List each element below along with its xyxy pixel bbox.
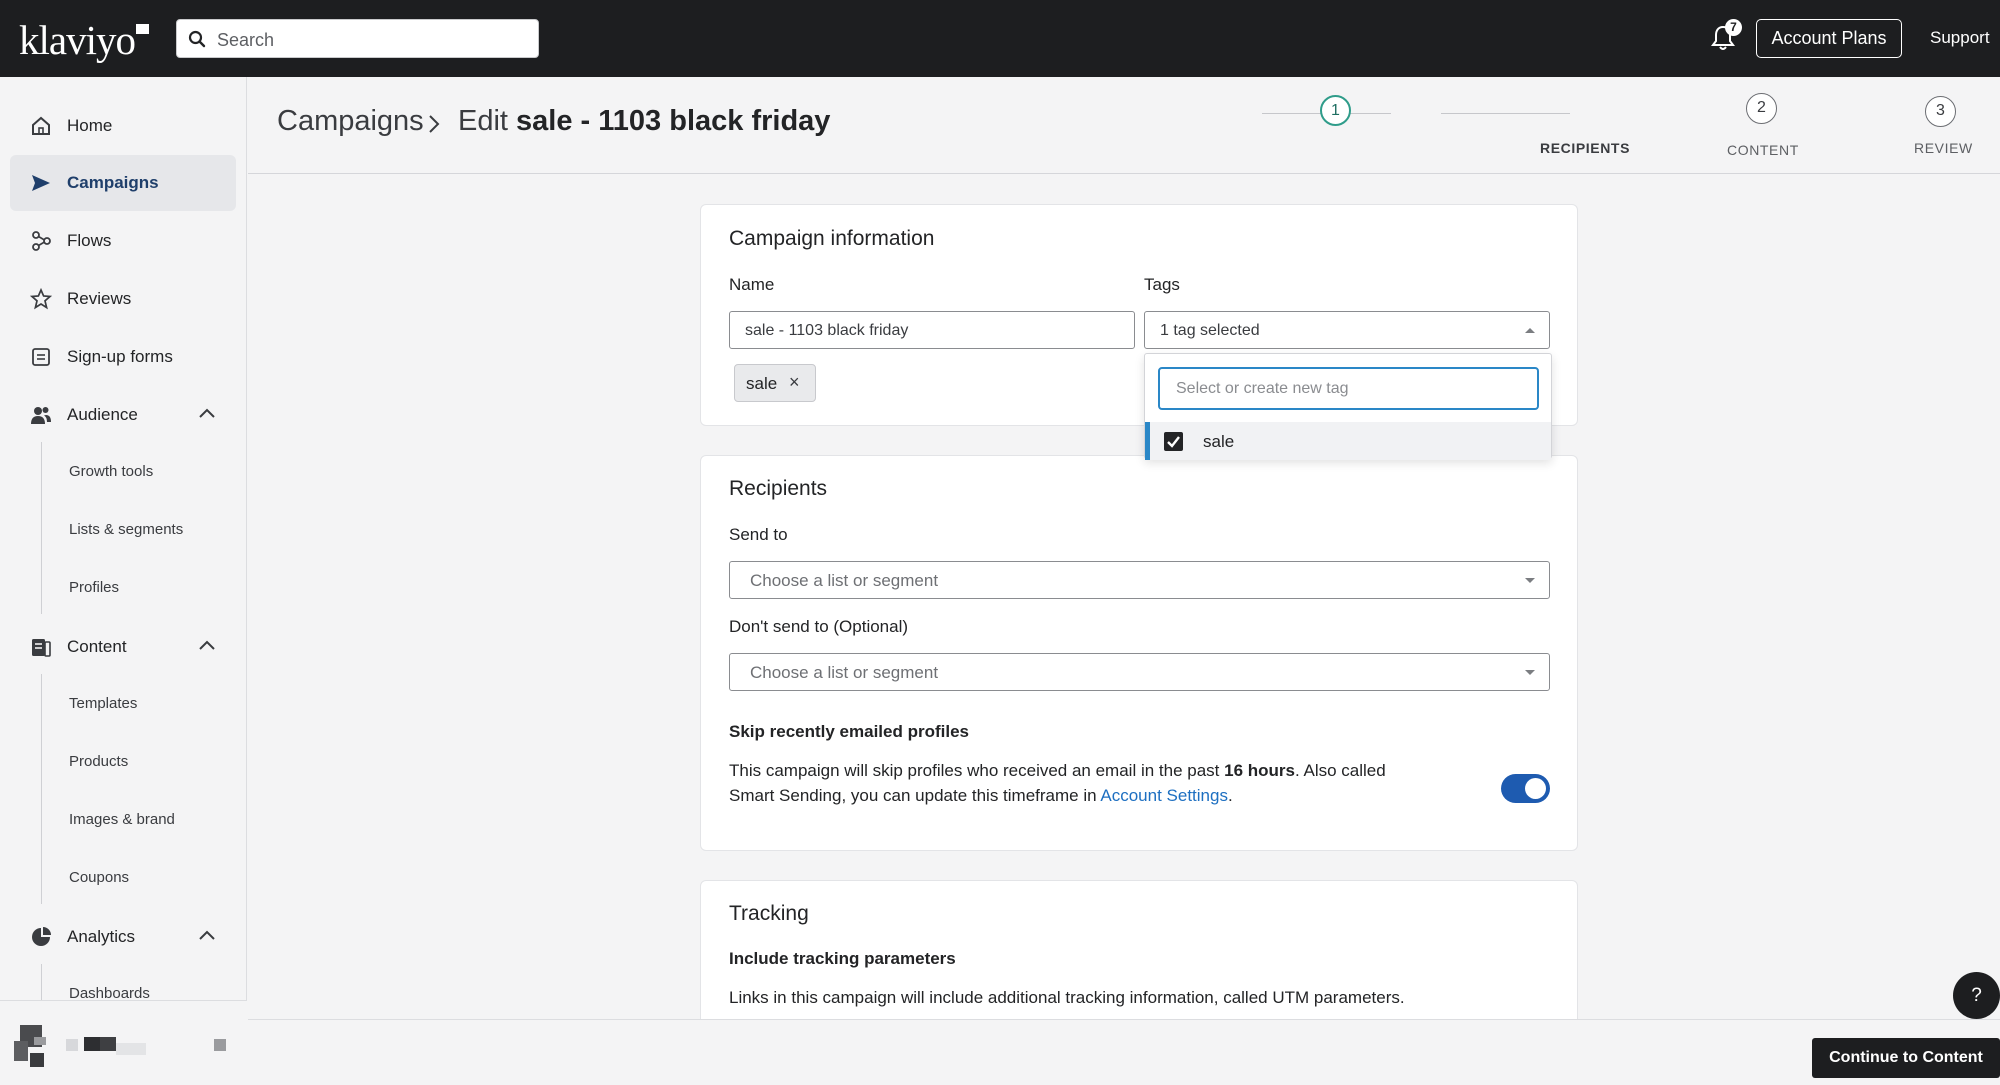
card-title: Campaign information [729,227,935,250]
home-icon [32,116,50,135]
sidebar-subitem-profiles[interactable]: Profiles [69,579,119,596]
help-button[interactable]: ? [1953,972,2000,1019]
breadcrumb-campaigns[interactable]: Campaigns [277,105,424,138]
campaign-name-value: sale - 1103 black friday [745,322,909,339]
search-input[interactable]: Search [176,19,539,58]
sidebar-subitem-images-brand[interactable]: Images & brand [69,811,175,828]
analytics-submenu-line [41,964,42,1000]
card-title: Recipients [729,477,828,500]
dont-send-to-select[interactable]: Choose a list or segment [729,653,1550,691]
card-title: Tracking [729,902,809,925]
sidebar-item-content[interactable]: Content [10,619,236,675]
chevron-up-icon[interactable] [198,407,216,419]
chevron-up-icon[interactable] [198,639,216,651]
remove-tag-icon[interactable]: × [789,372,800,393]
audience-submenu-line [41,442,42,614]
sidebar-item-campaigns[interactable]: Campaigns [10,155,236,211]
sidebar-subitem-products[interactable]: Products [69,753,128,770]
smart-sending-toggle[interactable] [1501,774,1550,803]
chevron-right-icon [429,115,440,133]
tag-search-placeholder: Select or create new tag [1176,380,1349,397]
sidebar-item-audience[interactable]: Audience [10,387,236,443]
dont-send-to-placeholder: Choose a list or segment [750,663,939,682]
tags-select[interactable]: 1 tag selected [1144,311,1550,349]
step-1-circle[interactable]: 1 [1320,95,1351,126]
sidebar-item-label: Content [67,637,127,656]
caret-down-icon [1525,670,1535,675]
tags-select-value: 1 tag selected [1160,322,1260,339]
send-to-placeholder: Choose a list or segment [750,571,939,590]
sidebar-item-flows[interactable]: Flows [10,213,236,269]
step-3-circle[interactable]: 3 [1925,96,1956,127]
analytics-icon [32,927,51,946]
account-avatar-icon [14,1025,226,1067]
skip-recently-emailed-title: Skip recently emailed profiles [729,722,969,741]
sidebar-item-label: Home [67,116,113,135]
sidebar-item-reviews[interactable]: Reviews [10,271,236,327]
tags-dropdown: Select or create new tag sale [1144,353,1552,460]
sidebar-item-label: Reviews [67,289,132,308]
account-settings-link[interactable]: Account Settings [1100,786,1228,805]
sidebar-item-label: Flows [67,231,112,250]
sidebar: Home Campaigns Flows Reviews Sign-up for… [0,77,247,1019]
content-icon [32,639,51,657]
sidebar-item-signup-forms[interactable]: Sign-up forms [10,329,236,385]
dont-send-to-label: Don't send to (Optional) [729,617,909,636]
tag-chip-label: sale [746,374,778,393]
include-tracking-title: Include tracking parameters [729,949,956,968]
continue-to-content-button[interactable]: Continue to Content [1812,1038,2000,1078]
campaign-name-input[interactable]: sale - 1103 black friday [729,311,1135,349]
step-2-label[interactable]: CONTENT [1727,142,1799,158]
step-2-circle[interactable]: 2 [1746,93,1777,124]
top-bar: klaviyo Search 7 Account Plans Support [0,0,2000,77]
support-link[interactable]: Support [1930,28,1990,48]
step-3-label[interactable]: REVIEW [1914,140,1973,156]
search-icon [188,30,206,48]
checkbox-checked-icon[interactable] [1164,432,1183,451]
logo-flag-icon [135,24,149,34]
sidebar-item-label: Analytics [67,927,136,946]
content-submenu-line [41,674,42,904]
flows-icon [32,231,51,251]
send-to-label: Send to [729,525,788,544]
audience-icon [31,407,51,424]
klaviyo-logo[interactable]: klaviyo [19,16,149,64]
smart-sending-description: This campaign will skip profiles who rec… [729,761,1386,805]
sidebar-subitem-growth-tools[interactable]: Growth tools [69,463,153,480]
notification-badge: 7 [1725,19,1742,36]
tag-search-input[interactable]: Select or create new tag [1158,367,1539,410]
send-icon [32,175,50,191]
tag-chip-sale: sale × [734,364,816,402]
sidebar-item-label: Campaigns [67,173,159,192]
caret-down-icon [1525,578,1535,583]
page-title: Edit sale - 1103 black friday [458,105,831,137]
sidebar-item-label: Audience [67,405,138,424]
account-plans-button[interactable]: Account Plans [1756,19,1902,58]
chevron-up-icon[interactable] [198,929,216,941]
tag-option-sale[interactable]: sale [1145,422,1551,460]
sidebar-subitem-coupons[interactable]: Coupons [69,869,129,886]
tracking-description: Links in this campaign will include addi… [729,988,1405,1007]
send-to-select[interactable]: Choose a list or segment [729,561,1550,599]
toggle-knob [1525,778,1546,799]
sidebar-item-analytics[interactable]: Analytics [10,909,236,965]
form-icon [32,348,50,366]
page-header: Campaigns Edit sale - 1103 black friday … [248,77,2000,174]
caret-up-icon [1525,328,1535,333]
bottom-action-bar [248,1019,2000,1085]
tag-option-label: sale [1203,432,1235,451]
sidebar-item-label: Sign-up forms [67,347,173,366]
sidebar-subitem-lists-segments[interactable]: Lists & segments [69,521,183,538]
tags-label: Tags [1144,275,1180,294]
sidebar-item-home[interactable]: Home [10,98,236,154]
step-1-label[interactable]: RECIPIENTS [1540,140,1630,156]
account-switcher[interactable] [0,1000,247,1085]
star-icon [30,288,52,310]
search-placeholder: Search [217,30,275,50]
step-connector [1441,113,1570,114]
sidebar-subitem-templates[interactable]: Templates [69,695,137,712]
recipients-card: Recipients Send to Choose a list or segm… [700,455,1578,851]
name-label: Name [729,275,775,294]
